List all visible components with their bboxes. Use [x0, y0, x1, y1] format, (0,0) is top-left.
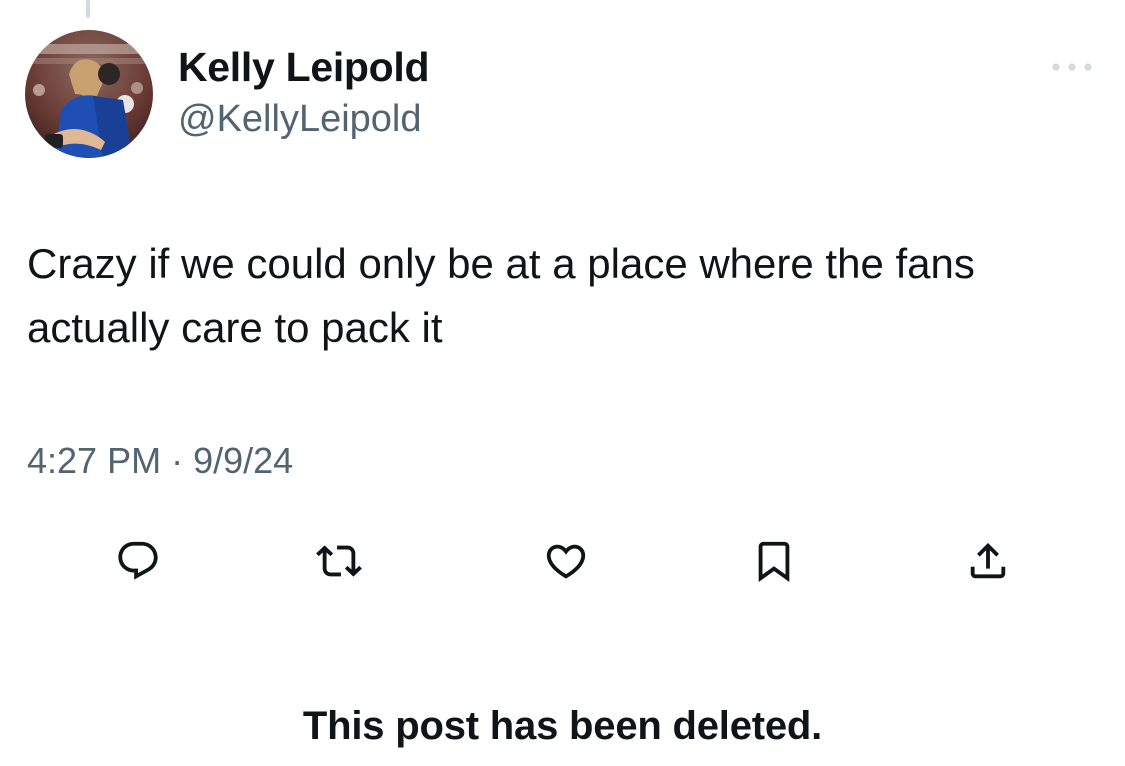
post-text: Crazy if we could only be at a place whe… — [27, 240, 975, 351]
thread-line — [86, 0, 90, 18]
share-button[interactable] — [962, 535, 1014, 587]
repost-button[interactable] — [313, 535, 365, 587]
bookmark-button[interactable] — [748, 535, 800, 587]
more-options-button[interactable] — [1050, 54, 1094, 80]
author-display-name[interactable]: Kelly Leipold — [178, 44, 430, 91]
author-handle[interactable]: @KellyLeipold — [178, 98, 422, 141]
avatar[interactable] — [25, 30, 153, 158]
share-icon — [970, 542, 1006, 579]
like-button[interactable] — [540, 535, 592, 587]
meta-separator: · — [171, 440, 184, 481]
more-icon — [1052, 63, 1092, 71]
profile-photo-icon — [25, 30, 153, 158]
post-time: 4:27 PM — [27, 440, 162, 481]
reply-button[interactable] — [112, 535, 164, 587]
reply-icon — [118, 541, 158, 580]
post-timestamp[interactable]: 4:27 PM · 9/9/24 — [27, 440, 293, 482]
bookmark-icon — [758, 541, 790, 582]
like-icon — [546, 544, 586, 579]
post-date: 9/9/24 — [193, 440, 294, 481]
repost-icon — [316, 545, 362, 577]
deleted-post-notice: This post has been deleted. — [302, 704, 823, 748]
